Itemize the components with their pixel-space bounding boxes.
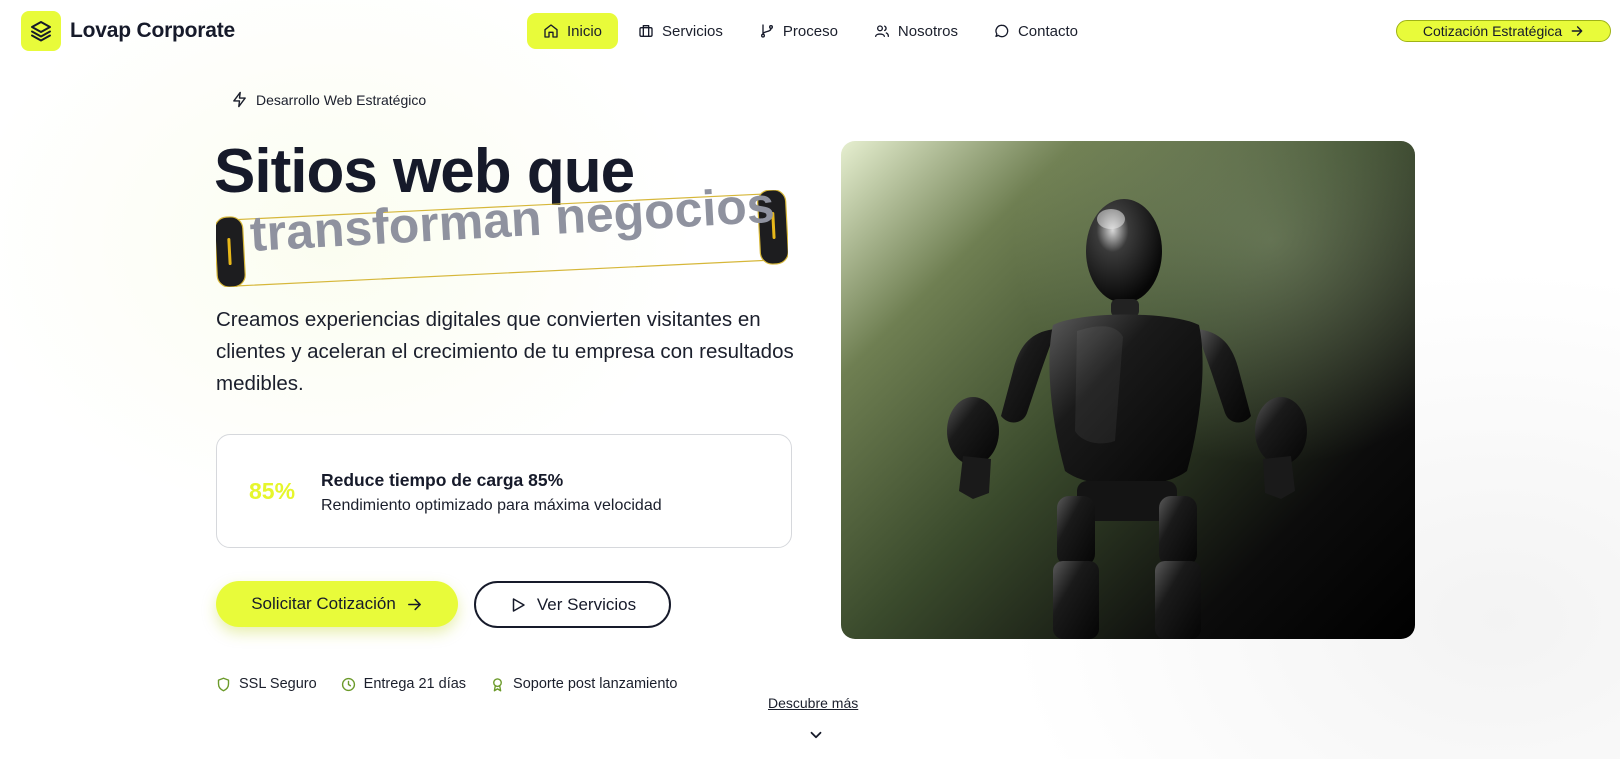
hero-robot-image [841,141,1415,639]
trust-item-support: Soporte post lanzamiento [490,676,677,692]
trust-badges: SSL Seguro Entrega 21 días Soporte post … [216,676,677,692]
eyebrow-badge: Desarrollo Web Estratégico [231,91,426,108]
button-label: Ver Servicios [536,594,637,614]
briefcase-icon [639,25,653,37]
trust-item-delivery: Entrega 21 días [341,676,466,692]
button-label: Solicitar Cotización [251,594,396,613]
chevron-down-icon[interactable] [807,726,825,744]
stat-subtitle: Rendimiento optimizado para máxima veloc… [321,497,662,514]
nav-label: Servicios [662,22,723,40]
arrow-right-icon [407,598,421,610]
nav-label: Contacto [1017,22,1078,40]
eyebrow-text: Desarrollo Web Estratégico [256,91,427,108]
stat-title: Reduce tiempo de carga 85% [321,470,564,490]
trust-label: Soporte post lanzamiento [513,676,678,692]
shield-icon [217,677,230,691]
nav-item-contacto[interactable]: Contacto [978,13,1094,49]
cotizacion-estrategica-button[interactable]: Cotización Estratégica [1396,20,1611,42]
play-icon [512,597,525,612]
users-icon [874,25,889,37]
nav-label: Proceso [782,22,838,40]
solicitar-cotizacion-button[interactable]: Solicitar Cotización [216,581,458,627]
descubre-mas-link[interactable]: Descubre más [768,695,858,711]
nav-item-inicio[interactable]: Inicio [527,13,619,49]
arrow-right-icon [1571,26,1583,36]
chat-bubble-icon [995,24,1009,38]
award-icon [493,677,502,691]
cta-label: Cotización Estratégica [1422,23,1563,39]
main-nav: Inicio Servicios Proceso Nosotros Contac… [527,13,1094,49]
hero-lead: Creamos experiencias digitales que convi… [216,308,794,395]
trust-label: SSL Seguro [239,676,317,692]
layers-logo-icon [21,11,61,51]
nav-item-proceso[interactable]: Proceso [743,13,854,49]
nav-label: Inicio [567,22,603,40]
nav-item-servicios[interactable]: Servicios [622,13,739,49]
nav-label: Nosotros [897,22,958,40]
trust-item-ssl: SSL Seguro [216,676,317,692]
git-branch-icon [760,24,773,38]
trust-label: Entrega 21 días [363,676,467,692]
brand[interactable]: Lovap Corporate [21,11,235,51]
site-header: Lovap Corporate Inicio Servicios Proceso… [0,0,1620,62]
home-icon [544,24,558,38]
clock-icon [341,677,355,691]
stat-card: 85% Reduce tiempo de carga 85% Rendimien… [216,434,792,548]
nav-item-nosotros[interactable]: Nosotros [858,13,974,49]
lightning-icon [233,91,246,108]
brand-name: Lovap Corporate [70,19,236,42]
stat-number: 85% [249,478,296,504]
ver-servicios-button[interactable]: Ver Servicios [474,581,671,628]
